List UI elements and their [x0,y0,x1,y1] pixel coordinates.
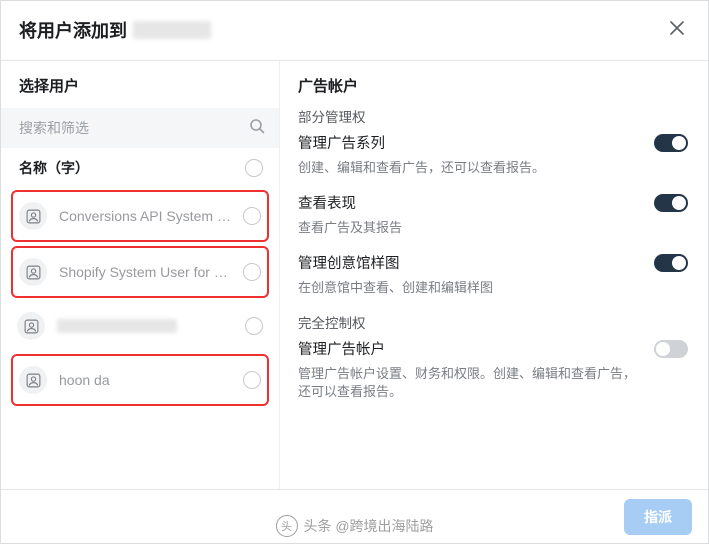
user-row-left [17,312,235,340]
name-column-header-row[interactable]: 名称（字） [1,148,279,188]
user-row[interactable]: Conversions API System U... [11,190,269,242]
user-name: hoon da [59,372,110,388]
permission-row: 管理广告系列创建、编辑和查看广告，还可以查看报告。 [298,132,688,178]
user-row[interactable]: hoon da [11,354,269,406]
permission-title: 管理创意馆样图 [298,252,636,273]
dialog-header: 将用户添加到 [1,1,708,61]
user-row[interactable]: Shopify System User for Re... [11,246,269,298]
permission-toggle[interactable] [654,340,688,358]
permission-text: 管理广告帐户管理广告帐户设置、财务和权限。创建、编辑和查看广告，还可以查看报告。 [298,338,636,403]
user-avatar-icon [19,202,47,230]
right-title: 广告帐户 [298,75,688,96]
user-name: Conversions API System U... [59,208,233,224]
select-users-label: 选择用户 [1,61,279,108]
user-name: Shopify System User for Re... [59,264,233,280]
user-row-left: Conversions API System U... [19,202,233,230]
permission-toggle[interactable] [654,194,688,212]
name-column-header: 名称（字） [19,158,89,178]
permission-section-label: 完全控制权 [298,312,688,332]
user-select-radio[interactable] [245,317,263,335]
left-panel: 选择用户 名称（字） Conversions API System U... Sh… [1,61,279,493]
permission-desc: 在创意馆中查看、创建和编辑样图 [298,279,636,298]
user-select-radio[interactable] [243,371,261,389]
search-input[interactable] [19,120,249,136]
permission-text: 管理创意馆样图在创意馆中查看、创建和编辑样图 [298,252,636,298]
right-panel: 广告帐户 部分管理权管理广告系列创建、编辑和查看广告，还可以查看报告。查看表现查… [279,61,708,493]
permission-row: 管理广告帐户管理广告帐户设置、财务和权限。创建、编辑和查看广告，还可以查看报告。 [298,338,688,403]
close-icon [670,21,684,35]
permission-title: 管理广告系列 [298,132,636,153]
title-prefix: 将用户添加到 [19,17,127,43]
confirm-button[interactable]: 指派 [624,499,692,535]
user-avatar-icon [19,258,47,286]
user-name-redacted [57,319,177,333]
close-button[interactable] [664,15,690,44]
permission-desc: 查看广告及其报告 [298,219,636,238]
permission-desc: 创建、编辑和查看广告，还可以查看报告。 [298,159,636,178]
permission-title: 查看表现 [298,192,636,213]
dialog-footer: 指派 [1,489,708,543]
search-icon [249,118,265,139]
permission-toggle[interactable] [654,254,688,272]
permission-text: 查看表现查看广告及其报告 [298,192,636,238]
permission-section-label: 部分管理权 [298,106,688,126]
user-row-left: hoon da [19,366,233,394]
permissions-sections: 部分管理权管理广告系列创建、编辑和查看广告，还可以查看报告。查看表现查看广告及其… [298,106,688,402]
user-select-radio[interactable] [243,263,261,281]
title-redacted [133,21,211,39]
dialog-title: 将用户添加到 [19,17,211,43]
permission-toggle[interactable] [654,134,688,152]
user-list: Conversions API System U... Shopify Syste… [1,188,279,410]
permission-text: 管理广告系列创建、编辑和查看广告，还可以查看报告。 [298,132,636,178]
permission-row: 管理创意馆样图在创意馆中查看、创建和编辑样图 [298,252,688,298]
permission-title: 管理广告帐户 [298,338,636,359]
select-all-radio[interactable] [245,159,263,177]
user-select-radio[interactable] [243,207,261,225]
permission-desc: 管理广告帐户设置、财务和权限。创建、编辑和查看广告，还可以查看报告。 [298,365,636,403]
user-row-left: Shopify System User for Re... [19,258,233,286]
permission-row: 查看表现查看广告及其报告 [298,192,688,238]
user-row[interactable] [11,302,269,350]
user-avatar-icon [19,366,47,394]
dialog-body: 选择用户 名称（字） Conversions API System U... Sh… [1,61,708,493]
search-row [1,108,279,148]
user-avatar-icon [17,312,45,340]
